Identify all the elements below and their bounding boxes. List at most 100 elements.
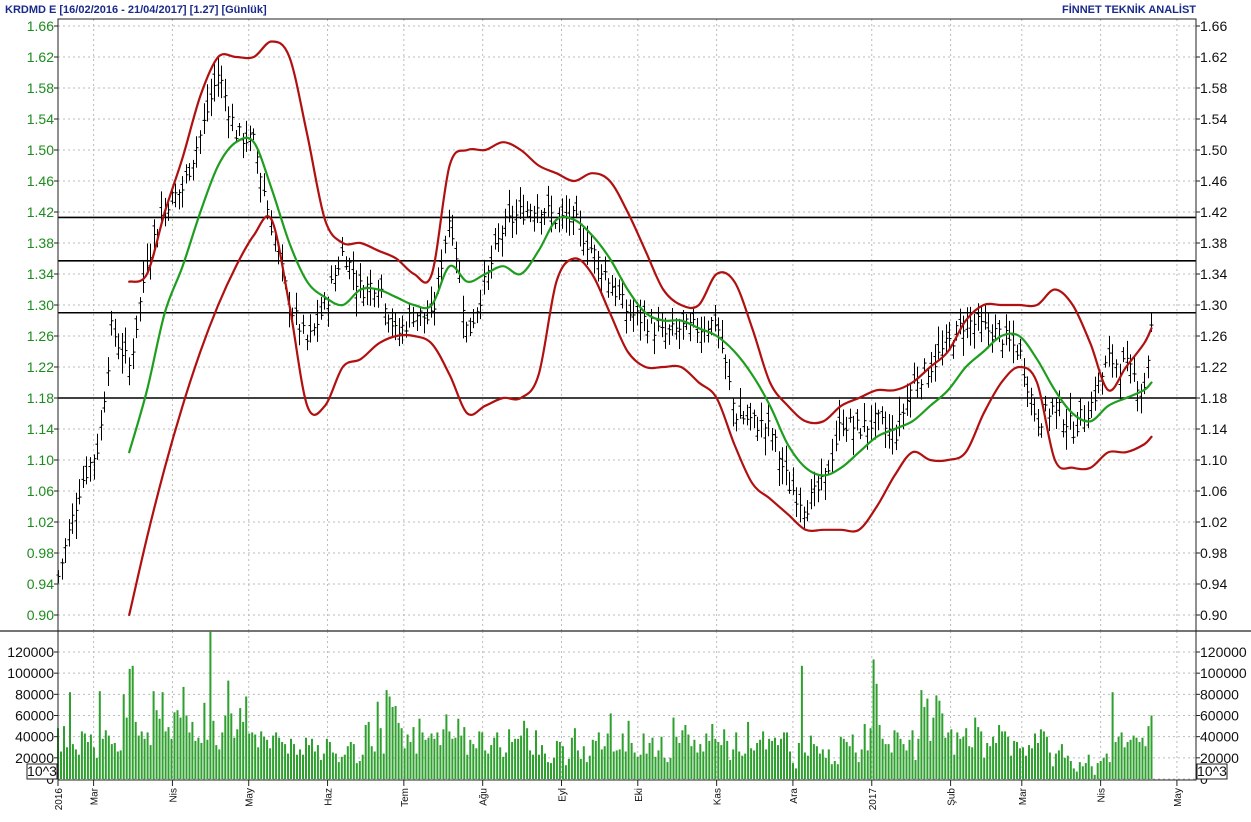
- volume-bar: [675, 736, 678, 779]
- volume-bar: [1022, 747, 1024, 780]
- volume-bar: [627, 720, 630, 779]
- volume-bar: [424, 739, 427, 779]
- volume-bar: [316, 745, 319, 779]
- price-tick-label-right: 1.34: [1200, 266, 1227, 282]
- price-tick-label-left: 1.22: [27, 359, 54, 375]
- volume-bar: [789, 751, 791, 779]
- volume-bar: [884, 744, 887, 779]
- volume-bar: [89, 734, 92, 779]
- volume-bar: [191, 721, 194, 779]
- volume-bar: [179, 717, 182, 779]
- volume-bar: [158, 718, 161, 779]
- volume-bar: [517, 738, 520, 779]
- volume-bar: [908, 739, 911, 779]
- volume-bar: [511, 742, 514, 779]
- volume-bar: [248, 733, 251, 779]
- volume-bar: [612, 751, 615, 779]
- volume-bar: [122, 694, 125, 779]
- volume-bar: [478, 731, 481, 779]
- volume-bar: [358, 761, 361, 779]
- volume-bar: [1090, 766, 1093, 779]
- volume-bar: [134, 721, 137, 779]
- volume-bar: [783, 732, 785, 779]
- volume-bar: [146, 732, 149, 779]
- price-tick-label-right: 1.46: [1200, 173, 1227, 189]
- volume-bar: [1081, 766, 1084, 779]
- volume-bar: [591, 739, 594, 779]
- price-tick-label-right: 1.42: [1200, 204, 1227, 220]
- price-tick-label-left: 0.98: [27, 545, 54, 561]
- volume-bar: [636, 756, 639, 779]
- volume-bar: [370, 746, 373, 779]
- volume-bar: [520, 735, 523, 779]
- volume-bar: [878, 725, 881, 779]
- volume-bar: [1120, 732, 1123, 779]
- volume-bar: [962, 736, 965, 779]
- volume-bar: [1144, 746, 1147, 779]
- volume-bar: [851, 734, 854, 779]
- volume-tick-label-left: 80000: [15, 686, 54, 702]
- x-tick-label: Haz: [324, 788, 335, 806]
- volume-bar: [1099, 761, 1102, 779]
- price-tick-label-left: 1.18: [27, 390, 54, 406]
- volume-bar: [735, 732, 738, 779]
- volume-bar: [1057, 750, 1060, 779]
- volume-bar: [603, 746, 606, 779]
- volume-bar: [956, 732, 959, 779]
- price-tick-label-right: 0.94: [1200, 576, 1227, 592]
- volume-bar: [645, 753, 648, 779]
- volume-bar: [905, 750, 908, 779]
- volume-bar: [391, 707, 394, 779]
- volume-bar: [992, 736, 995, 779]
- volume-bar: [176, 710, 179, 779]
- volume-bar: [430, 733, 433, 779]
- volume-tick-label-right: 80000: [1200, 686, 1239, 702]
- volume-bar: [672, 717, 675, 779]
- volume-bar: [1129, 739, 1132, 779]
- price-tick-label-right: 0.98: [1200, 545, 1227, 561]
- volume-bar: [275, 732, 278, 779]
- volume-bar: [705, 733, 708, 779]
- price-tick-label-left: 1.42: [27, 204, 54, 220]
- volume-bar: [1114, 742, 1117, 779]
- volume-bar: [654, 756, 657, 779]
- volume-bar: [313, 751, 316, 779]
- volume-bar: [768, 738, 771, 779]
- volume-tick-label-right: 100000: [1200, 665, 1247, 681]
- volume-bar: [618, 749, 621, 779]
- volume-bar: [107, 735, 110, 779]
- volume-bar: [86, 742, 89, 779]
- volume-bar: [236, 729, 239, 779]
- volume-bar: [914, 760, 917, 779]
- volume-bar: [487, 753, 490, 779]
- price-tick-label-right: 1.62: [1200, 49, 1227, 65]
- volume-bar: [803, 752, 806, 779]
- volume-bar: [185, 715, 188, 779]
- price-tick-label-left: 0.94: [27, 576, 54, 592]
- volume-bar: [203, 702, 206, 779]
- volume-bar: [594, 740, 597, 779]
- volume-bar: [308, 745, 310, 779]
- volume-bar: [155, 710, 158, 779]
- volume-bar: [119, 750, 122, 779]
- x-tick-label: Nis: [1097, 788, 1108, 802]
- volume-bar: [334, 753, 337, 779]
- x-tick-label: 2017: [868, 788, 879, 811]
- volume-bar: [484, 750, 487, 779]
- volume-bar: [732, 749, 735, 779]
- volume-bar: [221, 732, 224, 779]
- volume-bar: [1004, 731, 1007, 779]
- volume-bar: [1066, 755, 1069, 779]
- volume-bar: [239, 708, 242, 779]
- volume-bar: [439, 745, 442, 779]
- volume-bar: [287, 753, 289, 779]
- price-tick-label-right: 1.18: [1200, 390, 1227, 406]
- volume-bar: [806, 755, 809, 779]
- volume-bar: [403, 748, 406, 779]
- volume-bar: [1132, 735, 1135, 779]
- volume-bar: [188, 732, 191, 779]
- volume-bar: [588, 755, 591, 779]
- volume-bar: [762, 731, 765, 779]
- volume-bar: [137, 735, 140, 779]
- volume-tick-label-left: 60000: [15, 708, 54, 724]
